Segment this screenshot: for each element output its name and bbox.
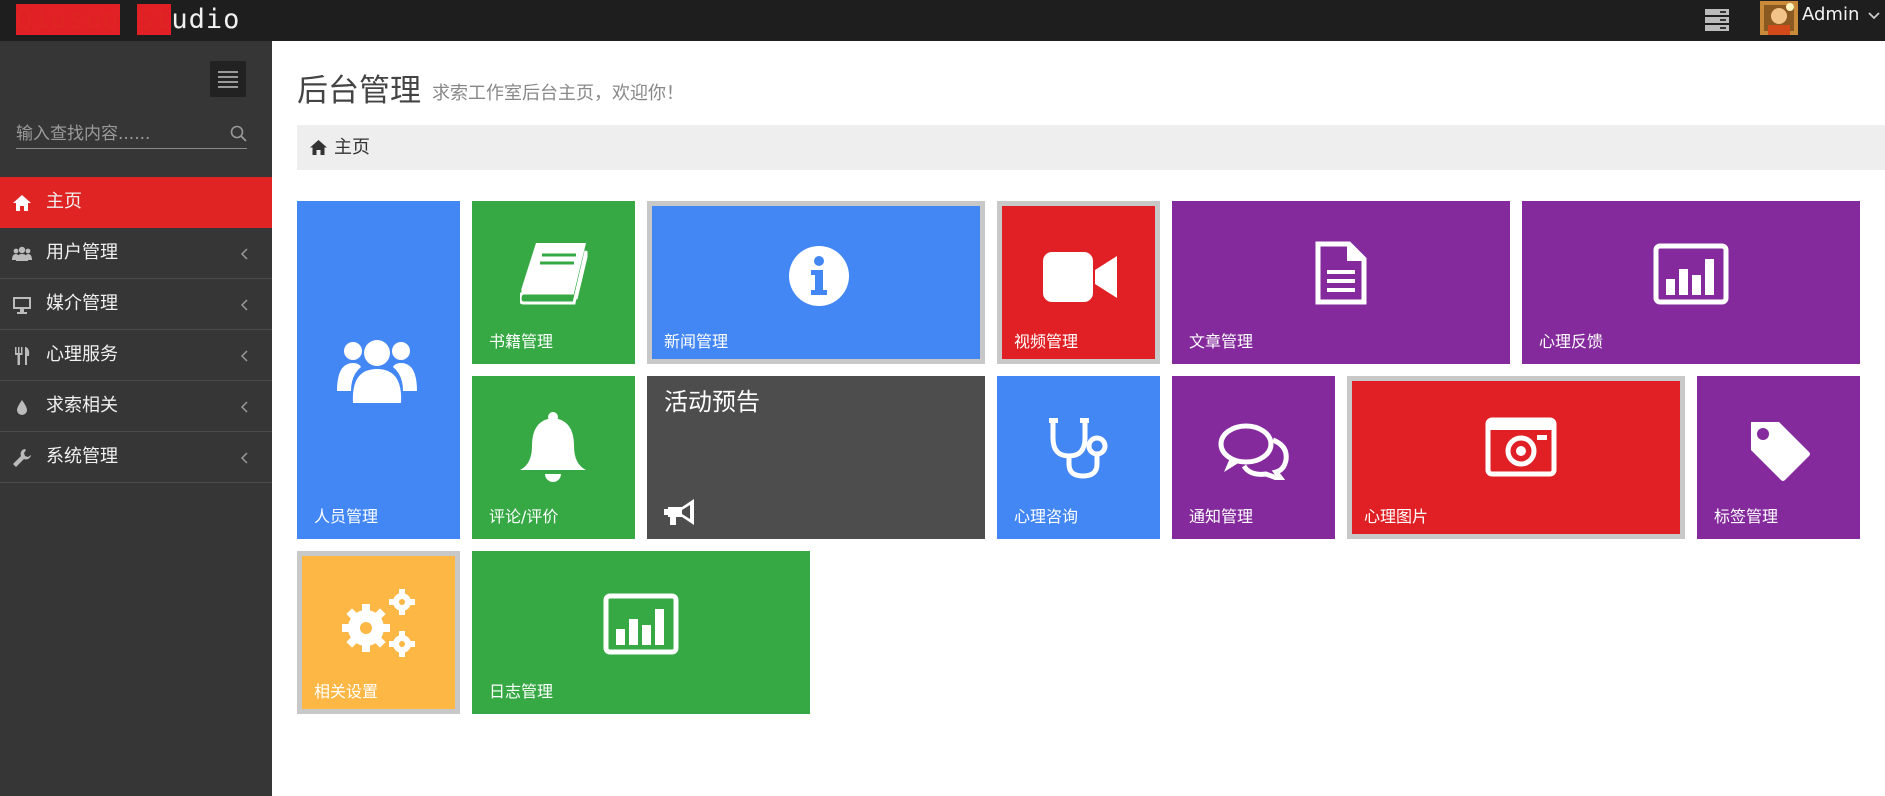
tile-pictures[interactable]: 心理图片: [1347, 376, 1685, 539]
top-navbar: Qiusuo Studio Admin: [0, 0, 1885, 41]
tile-people[interactable]: 人员管理: [297, 201, 460, 539]
chevron-down-icon[interactable]: [1868, 11, 1880, 21]
tile-events[interactable]: 活动预告: [647, 376, 985, 539]
tile-tags[interactable]: 标签管理: [1697, 376, 1860, 539]
search-input[interactable]: [16, 121, 216, 147]
page-subtitle: 求索工作室后台主页，欢迎你！: [432, 83, 684, 104]
wrench-icon: [13, 449, 31, 467]
sidebar-item-label: 心理服务: [46, 344, 118, 365]
sidebar-item-system[interactable]: 系统管理: [0, 432, 272, 483]
home-icon: [310, 140, 327, 155]
gears-icon: [342, 589, 415, 657]
camera-icon: [1485, 417, 1557, 477]
desktop-icon: [13, 297, 31, 314]
brand-part-3: udio: [171, 4, 241, 35]
sidebar-item-label: 求索相关: [46, 395, 118, 416]
bar-chart-icon: [1653, 243, 1729, 305]
sidebar-toggle-button[interactable]: [210, 61, 246, 97]
tile-label: 日志管理: [489, 682, 554, 701]
video-camera-icon: [1043, 252, 1117, 302]
chevron-left-icon: [240, 350, 248, 362]
tile-label: 人员管理: [314, 507, 379, 526]
document-icon: [1315, 241, 1367, 305]
breadcrumb-home[interactable]: 主页: [334, 137, 370, 159]
sidebar-item-media[interactable]: 媒介管理: [0, 279, 272, 330]
tile-label: 文章管理: [1189, 332, 1254, 351]
sidebar-search: [16, 121, 247, 149]
tile-feedback[interactable]: 心理反馈: [1522, 201, 1860, 364]
tile-consult[interactable]: 心理咨询: [997, 376, 1160, 539]
tile-settings[interactable]: 相关设置: [297, 551, 460, 714]
comments-icon: [1218, 423, 1289, 480]
info-icon: [789, 246, 849, 306]
brand-part-1: Qiusuo: [16, 4, 120, 35]
chevron-left-icon: [240, 452, 248, 464]
sidebar-item-users[interactable]: 用户管理: [0, 228, 272, 279]
tile-label: 心理咨询: [1014, 507, 1079, 526]
tile-news[interactable]: 新闻管理: [647, 201, 985, 364]
bullhorn-icon: [664, 499, 694, 525]
sidebar-item-label: 系统管理: [46, 446, 118, 467]
brand-part-2: St: [136, 4, 172, 35]
tile-notice[interactable]: 通知管理: [1172, 376, 1335, 539]
home-icon: [13, 195, 31, 211]
chevron-left-icon: [240, 299, 248, 311]
bell-icon: [520, 412, 586, 482]
search-icon[interactable]: [230, 125, 247, 142]
breadcrumb: 主页: [297, 125, 1885, 170]
tile-label: 评论/评价: [489, 507, 559, 526]
chevron-left-icon: [240, 248, 248, 260]
tile-books[interactable]: 书籍管理: [472, 201, 635, 364]
tile-label: 书籍管理: [489, 332, 554, 351]
tag-icon: [1751, 422, 1810, 481]
tile-label: 标签管理: [1714, 507, 1779, 526]
brand-logo[interactable]: Qiusuo Studio: [16, 3, 240, 37]
sidebar-item-label: 主页: [46, 191, 82, 212]
page-title: 后台管理: [297, 73, 421, 109]
drop-icon: [17, 400, 27, 415]
cutlery-icon: [15, 347, 30, 365]
tile-label: 心理图片: [1364, 507, 1429, 526]
avatar[interactable]: [1760, 1, 1798, 35]
sidebar: 主页 用户管理 媒介管理 心理服务: [0, 41, 272, 796]
list-icon: [218, 71, 238, 88]
tile-articles[interactable]: 文章管理: [1172, 201, 1510, 364]
users-icon: [12, 246, 32, 261]
sidebar-nav: 主页 用户管理 媒介管理 心理服务 求索相关 系统管理: [0, 177, 272, 483]
sidebar-item-label: 用户管理: [46, 242, 118, 263]
server-menu-icon[interactable]: [1704, 7, 1730, 33]
tile-label: 视频管理: [1014, 332, 1079, 351]
admin-username[interactable]: Admin: [1802, 4, 1859, 26]
tile-title: 活动预告: [664, 388, 760, 416]
tile-label: 相关设置: [314, 682, 379, 701]
users-icon: [337, 340, 417, 403]
tile-label: 新闻管理: [664, 332, 729, 351]
tile-label: 心理反馈: [1539, 332, 1604, 351]
bar-chart-icon: [603, 593, 679, 655]
sidebar-item-qiusuo[interactable]: 求索相关: [0, 381, 272, 432]
sidebar-item-home[interactable]: 主页: [0, 177, 272, 228]
tile-label: 通知管理: [1189, 507, 1254, 526]
sidebar-item-label: 媒介管理: [46, 293, 118, 314]
tile-video[interactable]: 视频管理: [997, 201, 1160, 364]
tile-logs[interactable]: 日志管理: [472, 551, 810, 714]
stethoscope-icon: [1049, 418, 1108, 479]
chevron-left-icon: [240, 401, 248, 413]
tile-comments[interactable]: 评论/评价: [472, 376, 635, 539]
book-icon: [520, 243, 588, 305]
sidebar-item-psych-service[interactable]: 心理服务: [0, 330, 272, 381]
